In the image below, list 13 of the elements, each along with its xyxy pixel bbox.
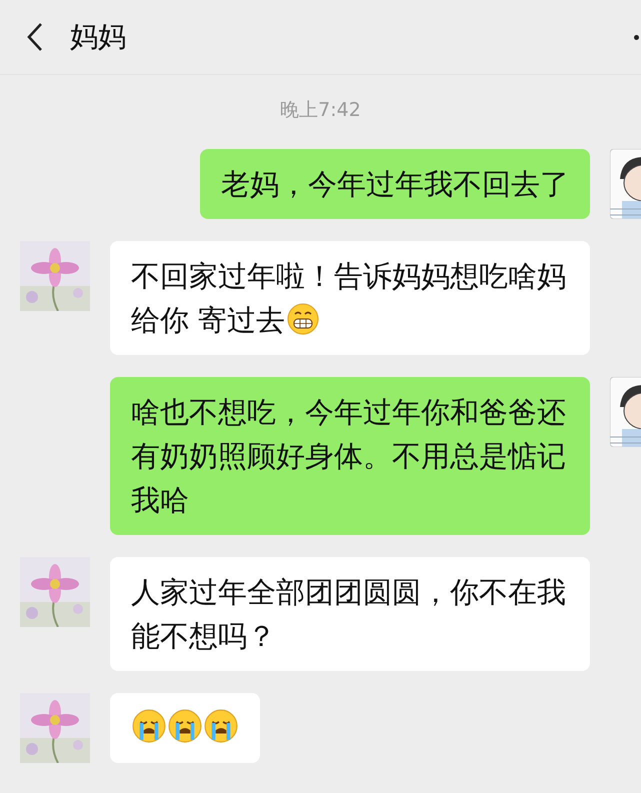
message-text: 老妈，今年过年我不回去了 (221, 167, 569, 201)
message-text: 不回家过年啦！告诉妈妈想吃啥妈 (131, 258, 566, 295)
crying-emoji-icon (132, 709, 166, 743)
message-text: 啥也不想吃，今年过年你和爸爸还有奶奶照顾好身体。不用总是惦记我哈 (131, 395, 566, 517)
message-text: 人家过年全部团团圆圆，你不在我能不想吗？ (131, 575, 566, 653)
chat-title: 妈妈 (70, 19, 126, 55)
crying-emoji-icon (168, 709, 202, 743)
back-icon[interactable] (26, 22, 44, 52)
timestamp: 晚上7:42 (279, 98, 362, 123)
grin-emoji-icon (287, 303, 320, 335)
message-text: 给你 寄过去 (131, 302, 286, 339)
crying-emoji-icon (204, 709, 238, 743)
more-icon[interactable] (634, 34, 639, 40)
